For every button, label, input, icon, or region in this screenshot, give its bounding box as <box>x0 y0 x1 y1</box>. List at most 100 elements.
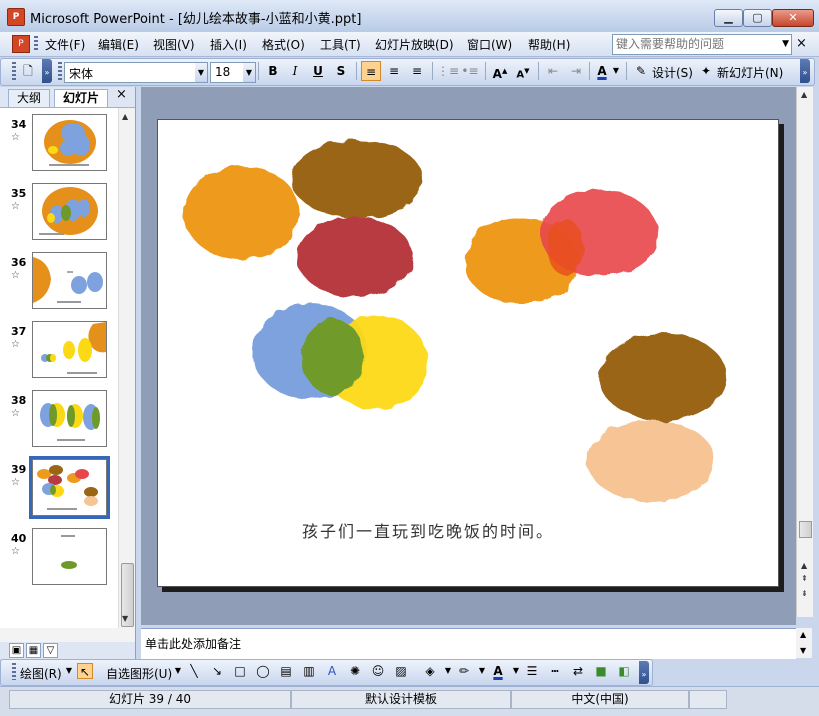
new-document-icon[interactable]: 🗋 <box>18 61 38 81</box>
toolbar-grip[interactable] <box>12 62 16 80</box>
numbered-list-icon[interactable]: ⋮≡ <box>437 61 459 81</box>
3d-style-icon[interactable]: ◧ <box>616 663 632 679</box>
notes-placeholder[interactable]: 单击此处添加备注 <box>145 635 241 652</box>
oval-tool-icon[interactable]: ◯ <box>255 663 271 679</box>
slide-scrollbar[interactable]: ▲ ▲ ⇞ ⇟ <box>796 87 813 617</box>
draw-dropdown-icon[interactable]: ▼ <box>61 663 77 679</box>
normal-view-icon[interactable]: ▣ <box>9 643 24 658</box>
minimize-button[interactable]: ▁ <box>714 9 743 27</box>
menu-insert[interactable]: 插入(I) <box>210 36 247 53</box>
fill-color-dropdown-icon[interactable]: ▼ <box>440 663 456 679</box>
autoshapes-menu-button[interactable]: 自选图形(U) <box>106 665 172 682</box>
menu-tools[interactable]: 工具(T) <box>320 36 361 53</box>
slide-sorter-view-icon[interactable]: ▦ <box>26 643 41 658</box>
slide-thumbnail-row[interactable]: 38 ☆ <box>0 384 118 448</box>
design-button[interactable]: 设计(S) <box>652 64 693 81</box>
toolbar-overflow-chevron-icon[interactable]: » <box>800 59 810 83</box>
font-color-icon[interactable]: A <box>490 663 506 679</box>
diagram-icon[interactable]: ✺ <box>347 663 363 679</box>
menu-file[interactable]: 文件(F) <box>45 36 85 53</box>
notes-scroll-down-icon[interactable]: ▼ <box>800 646 806 655</box>
maximize-button[interactable]: ▢ <box>743 9 772 27</box>
tab-slides[interactable]: 幻灯片 <box>54 89 109 107</box>
drawing-toolbar-grip[interactable] <box>12 663 16 680</box>
slide-thumbnail-row[interactable]: 35 ☆ <box>0 177 118 241</box>
new-slide-button[interactable]: 新幻灯片(N) <box>717 64 783 81</box>
slide-thumbnail-row[interactable]: 34 ☆ <box>0 108 118 172</box>
font-color-icon[interactable]: A <box>592 61 612 81</box>
current-slide[interactable]: 孩子们一直玩到吃晚饭的时间。 <box>157 119 779 587</box>
shadow-button[interactable]: S <box>331 61 351 81</box>
drawing-toolbar-overflow-chevron-icon[interactable]: » <box>639 661 649 684</box>
scroll-up-arrow-icon[interactable]: ▲ <box>801 90 807 99</box>
document-close-button[interactable]: × <box>796 36 807 51</box>
arrow-tool-icon[interactable]: ↘ <box>209 663 225 679</box>
clip-art-icon[interactable]: ☺ <box>370 663 386 679</box>
help-search-input[interactable] <box>613 35 776 52</box>
slide-thumbnail[interactable] <box>32 390 107 447</box>
notes-scroll-up-icon[interactable]: ▲ <box>800 630 806 639</box>
menu-view[interactable]: 视图(V) <box>153 36 195 53</box>
line-tool-icon[interactable]: ╲ <box>186 663 202 679</box>
line-color-dropdown-icon[interactable]: ▼ <box>474 663 490 679</box>
font-color-dropdown-icon[interactable]: ▼ <box>508 663 524 679</box>
thumbnail-scrollbar[interactable]: ▲ ▼ <box>118 108 135 628</box>
help-search-box[interactable]: ▼ <box>612 34 792 55</box>
menu-help[interactable]: 帮助(H) <box>528 36 570 53</box>
menu-grip[interactable] <box>34 36 38 52</box>
powerpoint-app-icon[interactable]: P <box>7 8 25 26</box>
wordart-icon[interactable]: A <box>324 663 340 679</box>
bold-button[interactable]: B <box>263 61 283 81</box>
slideshow-view-icon[interactable]: ▽ <box>43 643 58 658</box>
slide-thumbnail-row[interactable]: 37 ☆ <box>0 315 118 379</box>
underline-button[interactable]: U <box>308 61 328 81</box>
bullet-list-icon[interactable]: •≡ <box>460 61 480 81</box>
slide-thumbnail-row[interactable]: 36 ☆ <box>0 246 118 310</box>
scroll-down-arrow-icon[interactable]: ▼ <box>122 614 128 623</box>
align-left-icon[interactable]: ≡ <box>361 61 381 81</box>
font-name-dropdown-icon[interactable]: ▼ <box>195 63 207 82</box>
menu-slideshow[interactable]: 幻灯片放映(D) <box>375 36 454 53</box>
font-size-combobox[interactable]: 18 ▼ <box>210 62 256 83</box>
font-size-dropdown-icon[interactable]: ▼ <box>243 63 255 82</box>
font-name-combobox[interactable]: 宋体 ▼ <box>64 62 208 83</box>
arrow-style-icon[interactable]: ⇄ <box>570 663 586 679</box>
slide-thumbnail-row[interactable]: 40 ☆ <box>0 522 118 586</box>
previous-slide-icon[interactable]: ⇞ <box>801 574 808 583</box>
slide-thumbnail-row[interactable]: 39 ☆ <box>0 453 118 519</box>
menu-format[interactable]: 格式(O) <box>262 36 305 53</box>
slide-thumbnail-selected[interactable] <box>29 456 110 519</box>
decrease-font-size-icon[interactable]: A▼ <box>513 61 533 81</box>
slide-scroll-thumb[interactable] <box>799 521 812 538</box>
pane-close-icon[interactable]: × <box>116 87 127 102</box>
slide-thumbnail[interactable] <box>32 183 107 240</box>
fill-color-icon[interactable]: ◈ <box>422 663 438 679</box>
notes-pane[interactable]: 单击此处添加备注 <box>141 628 796 659</box>
scroll-up-arrow-icon[interactable]: ▲ <box>122 112 128 121</box>
design-icon[interactable]: ✎ <box>631 61 651 81</box>
tab-outline[interactable]: 大纲 <box>8 89 51 107</box>
increase-indent-icon[interactable]: ⇥ <box>566 61 586 81</box>
slide-thumbnail[interactable] <box>32 252 107 309</box>
autoshapes-dropdown-icon[interactable]: ▼ <box>170 663 186 679</box>
increase-font-size-icon[interactable]: A▲ <box>490 61 510 81</box>
align-center-icon[interactable]: ≡ <box>384 61 404 81</box>
toolbar-grip-2[interactable] <box>58 62 62 80</box>
rectangle-tool-icon[interactable]: □ <box>232 663 248 679</box>
slide-thumbnail[interactable] <box>32 114 107 171</box>
line-style-icon[interactable]: ☰ <box>524 663 540 679</box>
text-box-icon[interactable]: ▤ <box>278 663 294 679</box>
document-icon[interactable]: P <box>12 35 30 53</box>
draw-menu-button[interactable]: 绘图(R) <box>20 665 62 682</box>
dash-style-icon[interactable]: ┅ <box>547 663 563 679</box>
line-color-icon[interactable]: ✏ <box>456 663 472 679</box>
italic-button[interactable]: I <box>285 61 305 81</box>
align-right-icon[interactable]: ≡ <box>407 61 427 81</box>
font-color-dropdown-icon[interactable]: ▼ <box>611 61 621 81</box>
slide-thumbnail[interactable] <box>32 528 107 585</box>
close-window-button[interactable]: ✕ <box>772 9 814 27</box>
menu-edit[interactable]: 编辑(E) <box>98 36 139 53</box>
shadow-style-icon[interactable]: ■ <box>593 663 609 679</box>
decrease-indent-icon[interactable]: ⇤ <box>543 61 563 81</box>
slide-thumbnail[interactable] <box>32 321 107 378</box>
